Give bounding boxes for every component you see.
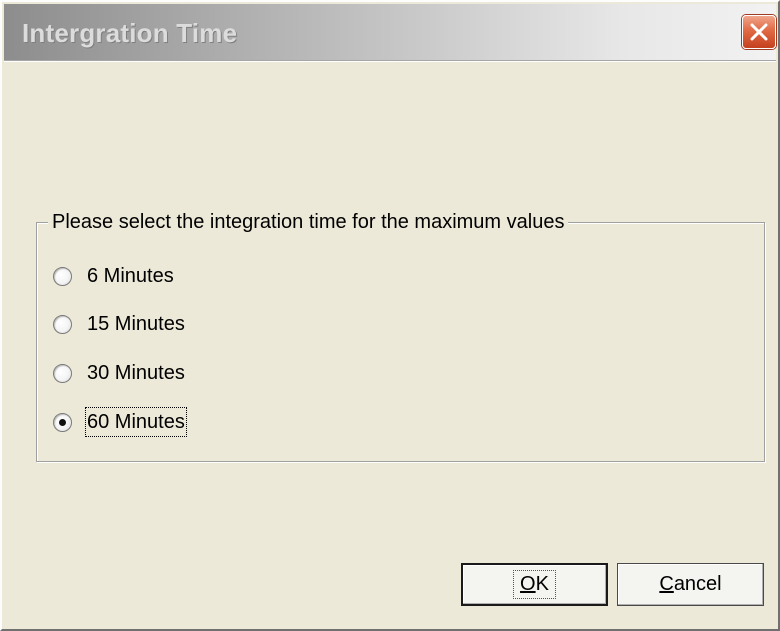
radio-selected-dot <box>59 419 66 426</box>
radio-label[interactable]: 6 Minutes <box>87 263 174 289</box>
close-button[interactable] <box>742 15 776 49</box>
window-title: Intergration Time <box>22 18 238 48</box>
cancel-button[interactable]: Cancel <box>617 563 764 606</box>
radio-label[interactable]: 15 Minutes <box>87 311 185 337</box>
radio-button[interactable] <box>53 267 72 286</box>
radio-button[interactable] <box>53 315 72 334</box>
radio-button[interactable] <box>53 364 72 383</box>
ok-button[interactable]: OK <box>461 563 608 606</box>
radio-button-selected[interactable] <box>53 413 72 432</box>
title-separator <box>4 60 776 62</box>
cancel-button-label: Cancel <box>659 573 722 595</box>
ok-button-label: OK <box>513 570 556 599</box>
groupbox-legend: Please select the integration time for t… <box>48 209 569 235</box>
title-bar[interactable]: Intergration Time <box>4 4 776 60</box>
radio-label[interactable]: 30 Minutes <box>87 360 185 386</box>
radio-label[interactable]: 60 Minutes <box>85 407 187 437</box>
close-icon <box>750 23 768 41</box>
